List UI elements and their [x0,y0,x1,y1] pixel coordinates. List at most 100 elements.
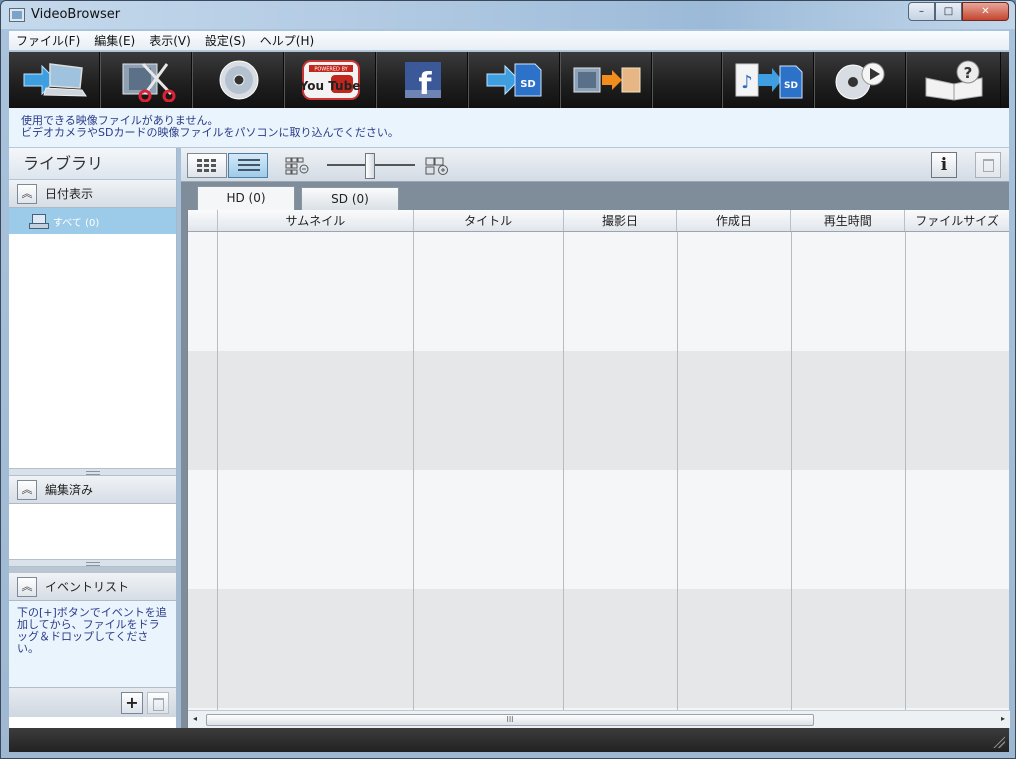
library-title: ライブラリ [9,148,176,180]
youtube-logo-text: You Tube [299,79,360,93]
scroll-left-arrow-icon[interactable]: ◂ [193,714,197,723]
svg-text:♪: ♪ [741,72,753,93]
status-bar [9,728,1009,752]
youtube-powered-text: POWERED BY [314,67,348,73]
collapse-chevron-icon[interactable]: ︽ [17,183,37,204]
import-to-pc-icon [23,63,87,97]
edit-button[interactable] [101,52,193,108]
date-section-header[interactable]: ︽ 日付表示 [9,180,176,208]
tab-sd[interactable]: SD (0) [301,187,399,211]
info-line-2: ビデオカメラやSDカードの映像ファイルをパソコンに取り込んでください。 [21,126,399,139]
table-row [188,351,1009,470]
sd-label: SD [520,79,536,90]
copy-to-sd-icon: SD [486,63,541,97]
info-button[interactable]: i [931,152,957,178]
create-disc-button[interactable] [193,52,285,108]
edited-section-header[interactable]: ︽ 編集済み [9,476,176,504]
menu-help[interactable]: ヘルプ(H) [253,31,321,51]
thumbnail-view-button[interactable] [187,153,227,178]
maximize-button[interactable]: □ [935,2,962,21]
zoom-out-icon[interactable] [285,156,311,176]
list-view-button[interactable] [228,153,268,178]
trash-icon [153,698,164,711]
main-toolbar: POWERED BY You Tube f SD ♪ SD ? [9,52,1009,108]
menu-view[interactable]: 表示(V) [142,31,198,51]
menu-file[interactable]: ファイル(F) [9,31,87,51]
manual-button[interactable]: ? [907,52,1001,108]
scroll-right-arrow-icon[interactable]: ▸ [1001,714,1005,723]
import-button[interactable] [9,52,101,108]
column-header-title[interactable]: タイトル [414,210,564,231]
panel-splitter[interactable] [9,468,176,476]
event-hint-text: 下の[+]ボタンでイベントを追加してから、ファイルをドラッグ＆ドロップしてくださ… [9,601,176,687]
event-footer: + [9,687,176,717]
event-section-header[interactable]: ︽ イベントリスト [9,573,176,601]
youtube-icon: POWERED BY You Tube [299,60,360,100]
horizontal-scrollbar[interactable]: ◂ III ▸ [188,710,1010,728]
table-row [188,232,1009,351]
facebook-letter: f [418,67,432,102]
column-divider [563,232,564,710]
menu-bar: ファイル(F) 編集(E) 表示(V) 設定(S) ヘルプ(H) [9,31,1009,51]
youtube-button[interactable]: POWERED BY You Tube [285,52,377,108]
zoom-slider-thumb[interactable] [365,153,375,179]
close-button[interactable]: ✕ [962,2,1009,21]
grid-view-icon [197,159,217,173]
edited-list-area [9,504,176,559]
caption-buttons: – □ ✕ [908,2,1009,21]
window-title: VideoBrowser [31,7,121,22]
column-header-select[interactable] [188,210,218,231]
date-section-label: 日付表示 [45,187,94,201]
file-table: サムネイル タイトル 撮影日 作成日 再生時間 ファイルサイズ ◂ III ▸ [187,210,1010,728]
column-header-duration[interactable]: 再生時間 [791,210,906,231]
title-bar[interactable]: VideoBrowser – □ ✕ [1,1,1015,29]
trash-icon [983,159,994,172]
minimize-button[interactable]: – [908,2,935,21]
help-book-icon: ? [925,60,983,101]
menu-settings[interactable]: 設定(S) [198,31,253,51]
disc-play-icon [835,62,884,100]
column-header-thumbnail[interactable]: サムネイル [218,210,414,231]
music-to-sd-button[interactable]: ♪ SD [723,52,815,108]
table-header: サムネイル タイトル 撮影日 作成日 再生時間 ファイルサイズ [188,210,1009,232]
library-item-all-label: すべて (0) [53,217,100,229]
scrollbar-thumb[interactable]: III [206,714,814,726]
tab-hd[interactable]: HD (0) [197,186,295,212]
info-message: 使用できる映像ファイルがありません。 ビデオカメラやSDカードの映像ファイルをパ… [9,108,1009,148]
film-convert-icon [573,67,640,93]
facebook-button[interactable]: f [377,52,469,108]
add-event-button[interactable]: + [121,692,143,714]
app-window: VideoBrowser – □ ✕ ファイル(F) 編集(E) 表示(V) 設… [0,0,1016,759]
column-divider [677,232,678,710]
delete-event-button[interactable] [147,692,169,714]
toolbar-spacer [653,52,723,108]
column-divider [905,232,906,710]
app-icon[interactable] [9,8,25,22]
column-header-file-size[interactable]: ファイルサイズ [905,210,1009,231]
panel-splitter[interactable] [9,559,176,567]
delete-button[interactable] [975,152,1001,178]
music-to-sd-icon: ♪ SD [735,63,802,99]
zoom-in-icon[interactable] [425,156,451,176]
collapse-chevron-icon[interactable]: ︽ [17,479,37,500]
column-divider [413,232,414,710]
table-row [188,470,1009,589]
column-header-created-date[interactable]: 作成日 [677,210,792,231]
media-tabs: HD (0) SD (0) [181,182,1009,212]
collapse-chevron-icon[interactable]: ︽ [17,576,37,597]
column-header-shot-date[interactable]: 撮影日 [564,210,678,231]
menu-edit[interactable]: 編集(E) [87,31,142,51]
table-body [188,232,1009,710]
copy-to-sd-button[interactable]: SD [469,52,561,108]
event-section-label: イベントリスト [45,580,130,594]
edited-section-label: 編集済み [45,483,94,497]
list-view-icon [238,159,260,173]
column-divider [217,232,218,710]
library-panel: ライブラリ ︽ 日付表示 すべて (0) ︽ 編集済み ︽ イベントリスト 下の… [9,148,177,728]
disc-icon [219,60,258,100]
resize-grip-icon[interactable] [993,736,1005,748]
library-item-all[interactable]: すべて (0) [9,208,176,234]
play-disc-button[interactable] [815,52,907,108]
laptop-icon [29,214,49,229]
convert-button[interactable] [561,52,653,108]
